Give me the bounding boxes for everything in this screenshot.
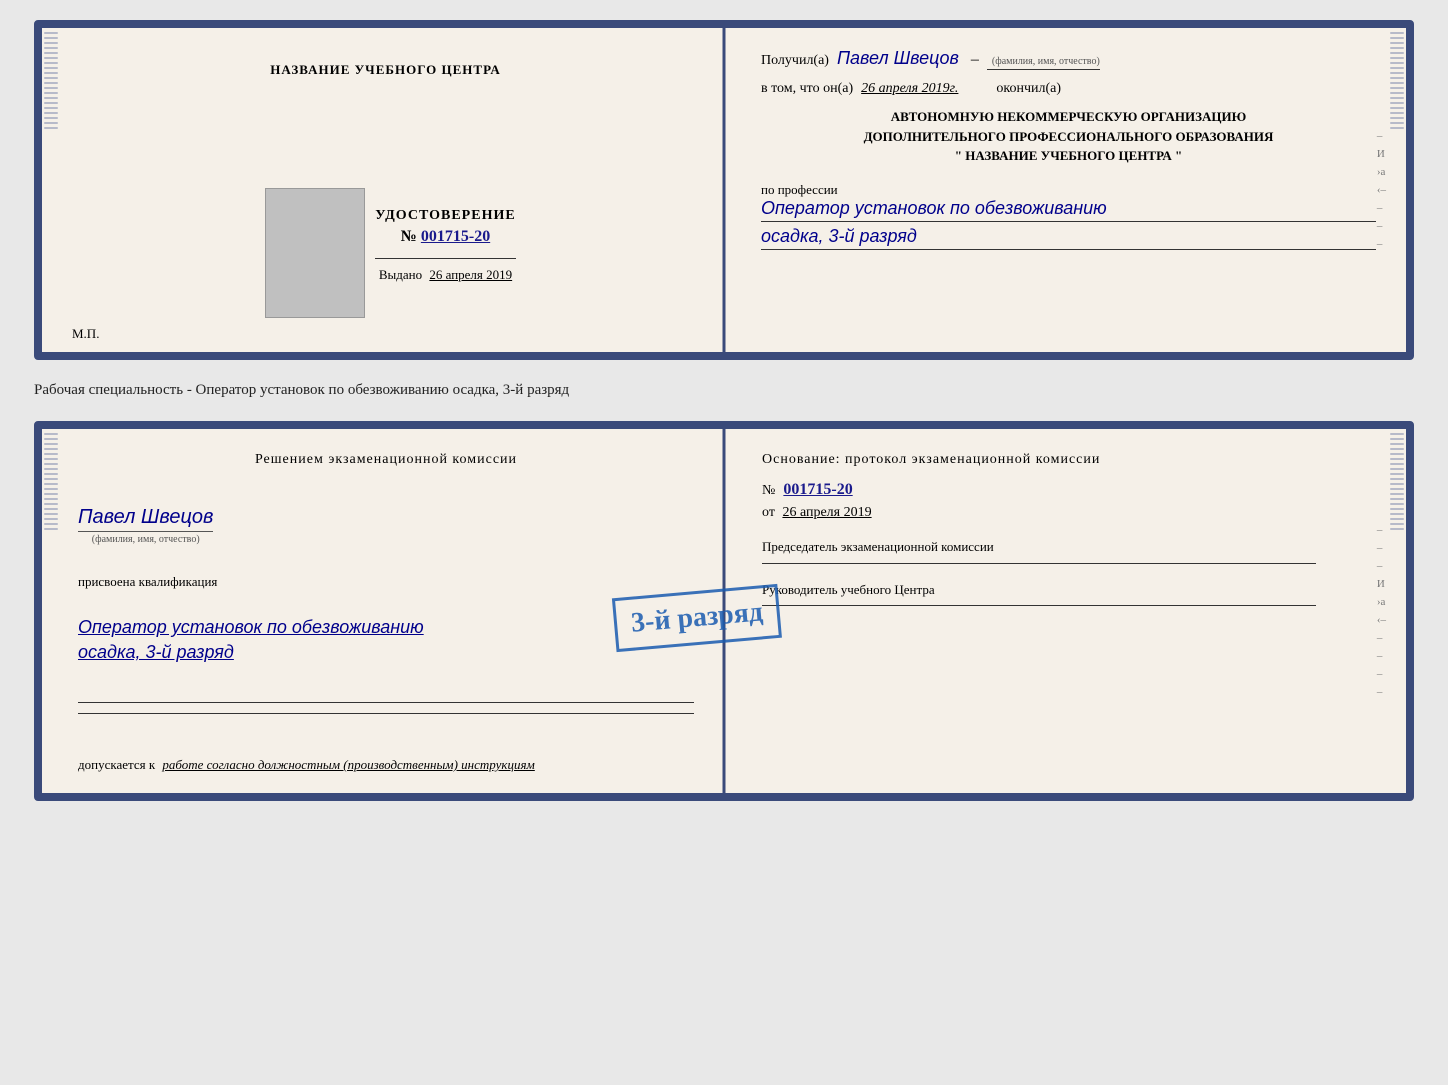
- org-block: АВТОНОМНУЮ НЕКОММЕРЧЕСКУЮ ОРГАНИЗАЦИЮ ДО…: [761, 107, 1376, 166]
- basis-text: Основание: протокол экзаменационной коми…: [762, 449, 1378, 471]
- side-decoration: –И›а‹––––: [1377, 130, 1386, 250]
- from-date-line: от 26 апреля 2019: [762, 505, 1378, 521]
- cert-number-prefix: №: [401, 228, 417, 245]
- side-decoration-doc2: –––И›а‹–––––: [1377, 524, 1386, 698]
- in-that-label: в том, что он(а): [761, 81, 853, 97]
- chairman-sig-line: [762, 563, 1316, 564]
- doc1-left-panel: НАЗВАНИЕ УЧЕБНОГО ЦЕНТРА УДОСТОВЕРЕНИЕ №…: [42, 28, 721, 352]
- spine-lines-right: [1388, 28, 1406, 352]
- page-container: НАЗВАНИЕ УЧЕБНОГО ЦЕНТРА УДОСТОВЕРЕНИЕ №…: [34, 20, 1414, 801]
- doc1-center-title: НАЗВАНИЕ УЧЕБНОГО ЦЕНТРА: [270, 62, 501, 78]
- document-card-1: НАЗВАНИЕ УЧЕБНОГО ЦЕНТРА УДОСТОВЕРЕНИЕ №…: [34, 20, 1414, 360]
- decision-text: Решением экзаменационной комиссии: [78, 449, 694, 471]
- profession-name: Оператор установок по обезвоживанию: [761, 198, 1376, 222]
- chairman-text: Председатель экзаменационной комиссии: [762, 537, 1378, 557]
- doc2-right-panel: Основание: протокол экзаменационной коми…: [722, 429, 1406, 793]
- number-prefix-doc2: №: [762, 483, 775, 498]
- head-text: Руководитель учебного Центра: [762, 580, 1378, 600]
- finished-label: окончил(а): [996, 81, 1061, 97]
- allowed-main: работе согласно должностным (производств…: [162, 757, 534, 772]
- from-date-value: 26 апреля 2019: [782, 505, 871, 520]
- org-line1: АВТОНОМНУЮ НЕКОММЕРЧЕСКУЮ ОРГАНИЗАЦИЮ: [761, 107, 1376, 127]
- date-filled: 26 апреля 2019г.: [861, 81, 958, 97]
- stamp-text: 3-й разряд: [629, 597, 763, 639]
- allowed-prefix: допускается к: [78, 757, 155, 772]
- signature-lines: [78, 692, 694, 724]
- spine-lines-doc2-right: [1388, 429, 1406, 793]
- fio-label-1: (фамилия, имя, отчество): [992, 56, 1100, 67]
- org-line2: ДОПОЛНИТЕЛЬНОГО ПРОФЕССИОНАЛЬНОГО ОБРАЗО…: [761, 127, 1376, 147]
- assigned-text: присвоена квалификация: [78, 574, 217, 590]
- received-label: Получил(а): [761, 53, 829, 69]
- issued-label: Выдано: [379, 267, 422, 282]
- issued-date: 26 апреля 2019: [429, 267, 512, 282]
- cert-title: УДОСТОВЕРЕНИЕ: [375, 208, 515, 224]
- qualification-text: Оператор установок по обезвоживанию: [78, 617, 424, 637]
- document-card-2: Решением экзаменационной комиссии Павел …: [34, 421, 1414, 801]
- received-name: Павел Швецов: [837, 48, 959, 69]
- head-sig-line: [762, 605, 1316, 606]
- caption-text: Рабочая специальность - Оператор установ…: [34, 378, 1414, 403]
- org-line3: " НАЗВАНИЕ УЧЕБНОГО ЦЕНТРА ": [761, 146, 1376, 166]
- from-label: от: [762, 505, 775, 520]
- allowed-text: допускается к работе согласно должностны…: [78, 757, 535, 773]
- cert-number: 001715-20: [421, 228, 490, 245]
- protocol-number: 001715-20: [783, 481, 852, 498]
- doc1-right-panel: Получил(а) Павел Швецов – (фамилия, имя,…: [721, 28, 1406, 352]
- profession-label: по профессии: [761, 182, 1376, 198]
- mp-label: М.П.: [72, 326, 99, 342]
- photo-placeholder: [265, 188, 365, 318]
- rank-text-doc2: осадка, 3-й разряд: [78, 642, 424, 663]
- person-name-large: Павел Швецов: [78, 506, 213, 529]
- fio-label-doc2: (фамилия, имя, отчество): [78, 531, 213, 545]
- rank-line: осадка, 3-й разряд: [761, 226, 1376, 250]
- issued-line: Выдано 26 апреля 2019: [375, 267, 515, 283]
